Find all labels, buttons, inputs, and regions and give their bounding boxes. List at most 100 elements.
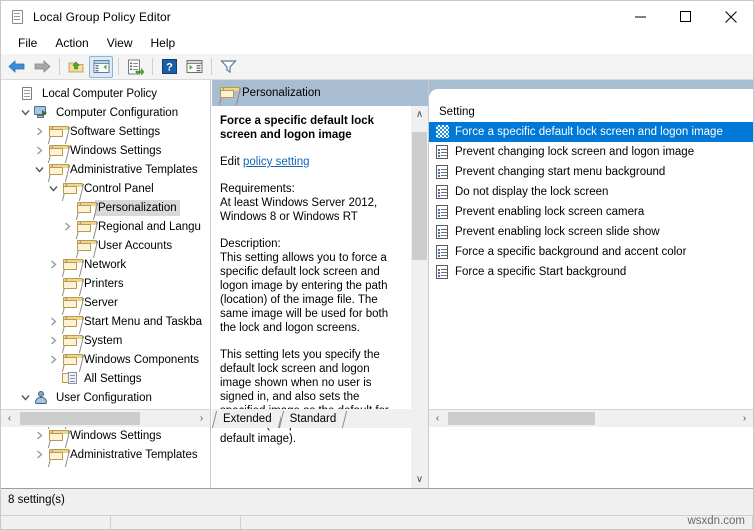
close-button[interactable] xyxy=(708,1,753,32)
up-one-level-icon[interactable] xyxy=(64,56,88,78)
menu-view[interactable]: View xyxy=(98,34,142,52)
scrollbar-thumb[interactable] xyxy=(20,412,140,425)
scrollbar-thumb[interactable] xyxy=(448,412,595,425)
tab-standard[interactable]: Standard xyxy=(280,411,346,428)
tree-horizontal-scrollbar[interactable]: ‹ › xyxy=(1,409,211,427)
tree-node-start-menu-and-taskba[interactable]: Start Menu and Taskba xyxy=(1,312,210,331)
menu-action[interactable]: Action xyxy=(46,34,97,52)
tab-extended[interactable]: Extended xyxy=(214,411,281,428)
menu-help[interactable]: Help xyxy=(142,34,185,52)
column-header-setting[interactable]: Setting xyxy=(429,102,753,122)
description-block: Description: This setting allows you to … xyxy=(220,237,397,335)
tree-node-local-computer-policy[interactable]: Local Computer Policy xyxy=(1,84,210,103)
tree-node-label: Start Menu and Taskba xyxy=(84,315,203,328)
tree-node-windows-components[interactable]: Windows Components xyxy=(1,350,210,369)
scroll-left-icon[interactable]: ‹ xyxy=(1,410,18,427)
chevron-down-icon[interactable] xyxy=(18,103,33,122)
tree-node-administrative-templates[interactable]: Administrative Templates xyxy=(1,160,210,179)
tree-node-label: Administrative Templates xyxy=(70,163,198,176)
tree-node-administrative-templates[interactable]: Administrative Templates xyxy=(1,445,210,464)
tree-node-label: Windows Settings xyxy=(70,144,162,157)
chevron-down-icon[interactable] xyxy=(32,160,47,179)
policy-setting-link[interactable]: policy setting xyxy=(243,156,309,168)
chevron-right-icon[interactable] xyxy=(32,426,47,445)
svg-text:?: ? xyxy=(166,62,173,74)
tree-node-software-settings[interactable]: Software Settings xyxy=(1,122,210,141)
list-item[interactable]: Prevent changing lock screen and logon i… xyxy=(429,142,753,162)
tree-node-label: Printers xyxy=(84,277,124,290)
export-list-icon[interactable] xyxy=(123,56,147,78)
tree-node-network[interactable]: Network xyxy=(1,255,210,274)
tree-node-server[interactable]: Server xyxy=(1,293,210,312)
help-icon[interactable]: ? xyxy=(157,56,181,78)
list-item[interactable]: Do not display the lock screen xyxy=(429,182,753,202)
tree-node-all-settings[interactable]: All Settings xyxy=(1,369,210,388)
scroll-right-icon[interactable]: › xyxy=(736,410,753,427)
list-item-label: Prevent enabling lock screen slide show xyxy=(455,226,660,238)
list-item[interactable]: Prevent enabling lock screen slide show xyxy=(429,222,753,242)
minimize-button[interactable] xyxy=(618,1,663,32)
tree-node-user-configuration[interactable]: User Configuration xyxy=(1,388,210,407)
chevron-right-icon[interactable] xyxy=(32,445,47,464)
show-hide-console-tree-icon[interactable] xyxy=(89,55,113,78)
local-group-policy-editor-window: Local Group Policy Editor File Action Vi… xyxy=(0,0,754,530)
list-horizontal-scrollbar[interactable]: ‹ › xyxy=(429,409,753,427)
folder-icon xyxy=(62,334,83,347)
scroll-up-icon[interactable]: ∧ xyxy=(411,106,428,123)
filter-icon[interactable] xyxy=(216,56,240,78)
detail-header: Personalization xyxy=(212,80,428,106)
chevron-right-icon[interactable] xyxy=(46,255,61,274)
tree-node-label: Personalization xyxy=(95,199,180,216)
user-icon xyxy=(34,391,49,404)
scrollbar-track[interactable] xyxy=(18,410,193,427)
scroll-right-icon[interactable]: › xyxy=(193,410,210,427)
tree-node-windows-settings[interactable]: Windows Settings xyxy=(1,426,210,445)
tree-node-system[interactable]: System xyxy=(1,331,210,350)
policy-setting-icon xyxy=(435,164,450,180)
tree-node-user-accounts[interactable]: User Accounts xyxy=(1,236,210,255)
policy-setting-icon xyxy=(435,264,450,280)
tree-node-windows-settings[interactable]: Windows Settings xyxy=(1,141,210,160)
back-icon[interactable] xyxy=(5,56,29,78)
tree-node-computer-configuration[interactable]: Computer Configuration xyxy=(1,103,210,122)
scroll-down-icon[interactable]: ∨ xyxy=(411,471,428,488)
tree-node-label: All Settings xyxy=(84,372,142,385)
folder-icon xyxy=(62,258,83,271)
scroll-left-icon[interactable]: ‹ xyxy=(429,410,446,427)
scrollbar-thumb[interactable] xyxy=(412,132,427,260)
folder-icon xyxy=(48,448,69,461)
forward-icon[interactable] xyxy=(30,56,54,78)
chevron-right-icon[interactable] xyxy=(46,331,61,350)
show-hide-action-pane-icon[interactable] xyxy=(182,56,206,78)
chevron-down-icon[interactable] xyxy=(18,388,33,407)
tree-node-regional-and-langu[interactable]: Regional and Langu xyxy=(1,217,210,236)
list-item[interactable]: Prevent enabling lock screen camera xyxy=(429,202,753,222)
detail-vertical-scrollbar[interactable]: ∧ ∨ xyxy=(411,106,428,488)
chevron-right-icon[interactable] xyxy=(60,217,75,236)
maximize-button[interactable] xyxy=(663,1,708,32)
chevron-right-icon[interactable] xyxy=(32,122,47,141)
description-paragraph-2: This setting lets you specify the defaul… xyxy=(220,349,389,445)
list-item[interactable]: Force a specific background and accent c… xyxy=(429,242,753,262)
list-item[interactable]: Prevent changing start menu background xyxy=(429,162,753,182)
tree-node-control-panel[interactable]: Control Panel xyxy=(1,179,210,198)
computer-icon xyxy=(34,106,49,119)
scrollbar-track[interactable] xyxy=(446,410,736,427)
requirements-label: Requirements: xyxy=(220,183,295,195)
tree-node-personalization[interactable]: Personalization xyxy=(1,198,210,217)
detail-body: Force a specific default lock screen and… xyxy=(212,106,405,488)
folder-icon xyxy=(220,87,240,99)
folder-icon xyxy=(62,353,83,366)
chevron-right-icon[interactable] xyxy=(32,141,47,160)
menu-file[interactable]: File xyxy=(9,34,46,52)
folder-icon xyxy=(48,163,69,176)
tree-node-printers[interactable]: Printers xyxy=(1,274,210,293)
list-item[interactable]: Force a specific Start background xyxy=(429,262,753,282)
list-item[interactable]: Force a specific default lock screen and… xyxy=(429,122,753,142)
all-settings-icon xyxy=(62,372,77,385)
chevron-right-icon[interactable] xyxy=(46,350,61,369)
chevron-right-icon[interactable] xyxy=(46,312,61,331)
window-controls xyxy=(618,1,753,32)
